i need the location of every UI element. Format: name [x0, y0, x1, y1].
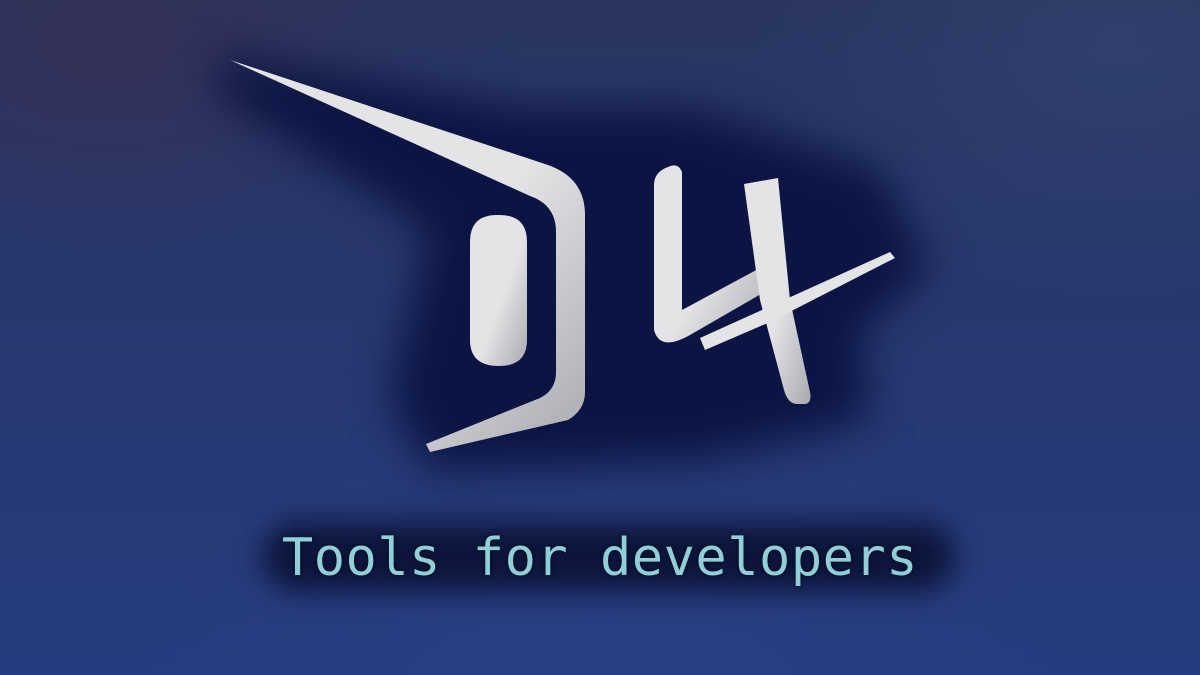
logo-d-bracket: [230, 60, 585, 452]
tagline-text: Tools for developers: [281, 528, 919, 588]
logo-d-bar: [470, 214, 527, 366]
banner: Tools for developers: [0, 0, 1200, 675]
